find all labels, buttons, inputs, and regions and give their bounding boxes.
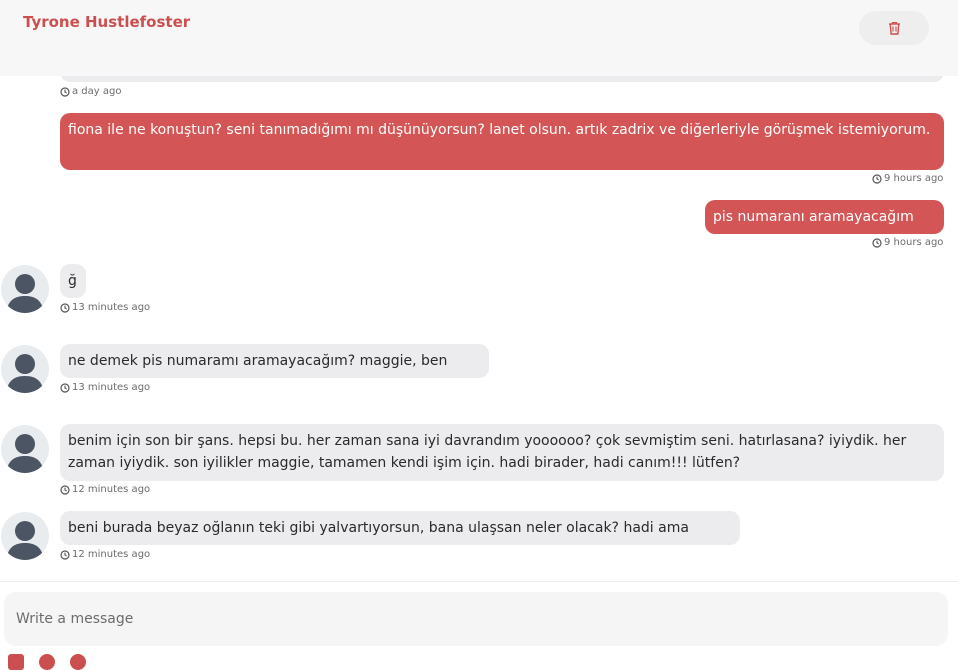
user-silhouette-icon xyxy=(6,354,44,393)
trash-icon xyxy=(888,21,900,35)
message-bubble-outgoing: pis numaranı aramayacağım xyxy=(705,200,944,234)
avatar xyxy=(1,265,49,313)
composer-divider xyxy=(0,581,958,582)
delete-conversation-button[interactable] xyxy=(859,11,929,45)
emoji-icon[interactable] xyxy=(39,654,55,670)
message-list[interactable]: a day ago fiona ile ne konuştun? seni ta… xyxy=(0,0,958,580)
user-silhouette-icon xyxy=(6,434,44,473)
message-timestamp: a day ago xyxy=(60,86,121,98)
message-timestamp: 12 minutes ago xyxy=(60,549,150,561)
chat-header: Tyrone Hustlefoster xyxy=(0,0,958,76)
message-composer xyxy=(4,592,948,646)
message-timestamp: 13 minutes ago xyxy=(60,302,150,314)
attachment-icon[interactable] xyxy=(70,654,86,670)
clock-icon xyxy=(60,550,70,560)
clock-icon xyxy=(60,485,70,495)
clock-icon xyxy=(60,383,70,393)
avatar xyxy=(1,425,49,473)
message-bubble-incoming: ne demek pis numaramı aramayacağım? magg… xyxy=(60,344,489,378)
message-timestamp: 9 hours ago xyxy=(872,237,943,249)
contact-name: Tyrone Hustlefoster xyxy=(23,13,191,31)
clock-icon xyxy=(872,174,882,184)
user-silhouette-icon xyxy=(6,274,44,313)
message-bubble-incoming: benim için son bir şans. hepsi bu. her z… xyxy=(60,424,944,481)
message-bubble-outgoing: fiona ile ne konuştun? seni tanımadığımı… xyxy=(60,113,944,170)
clock-icon xyxy=(872,238,882,248)
message-timestamp: 13 minutes ago xyxy=(60,382,150,394)
avatar xyxy=(1,512,49,560)
avatar xyxy=(1,345,49,393)
message-timestamp: 12 minutes ago xyxy=(60,484,150,496)
message-timestamp: 9 hours ago xyxy=(872,173,943,185)
user-silhouette-icon xyxy=(6,521,44,560)
message-bubble-incoming: ğ xyxy=(60,264,86,298)
clock-icon xyxy=(60,303,70,313)
message-bubble-incoming: beni burada beyaz oğlanın teki gibi yalv… xyxy=(60,511,740,545)
clock-icon xyxy=(60,87,70,97)
image-icon[interactable] xyxy=(8,654,24,670)
message-input[interactable] xyxy=(4,592,916,646)
